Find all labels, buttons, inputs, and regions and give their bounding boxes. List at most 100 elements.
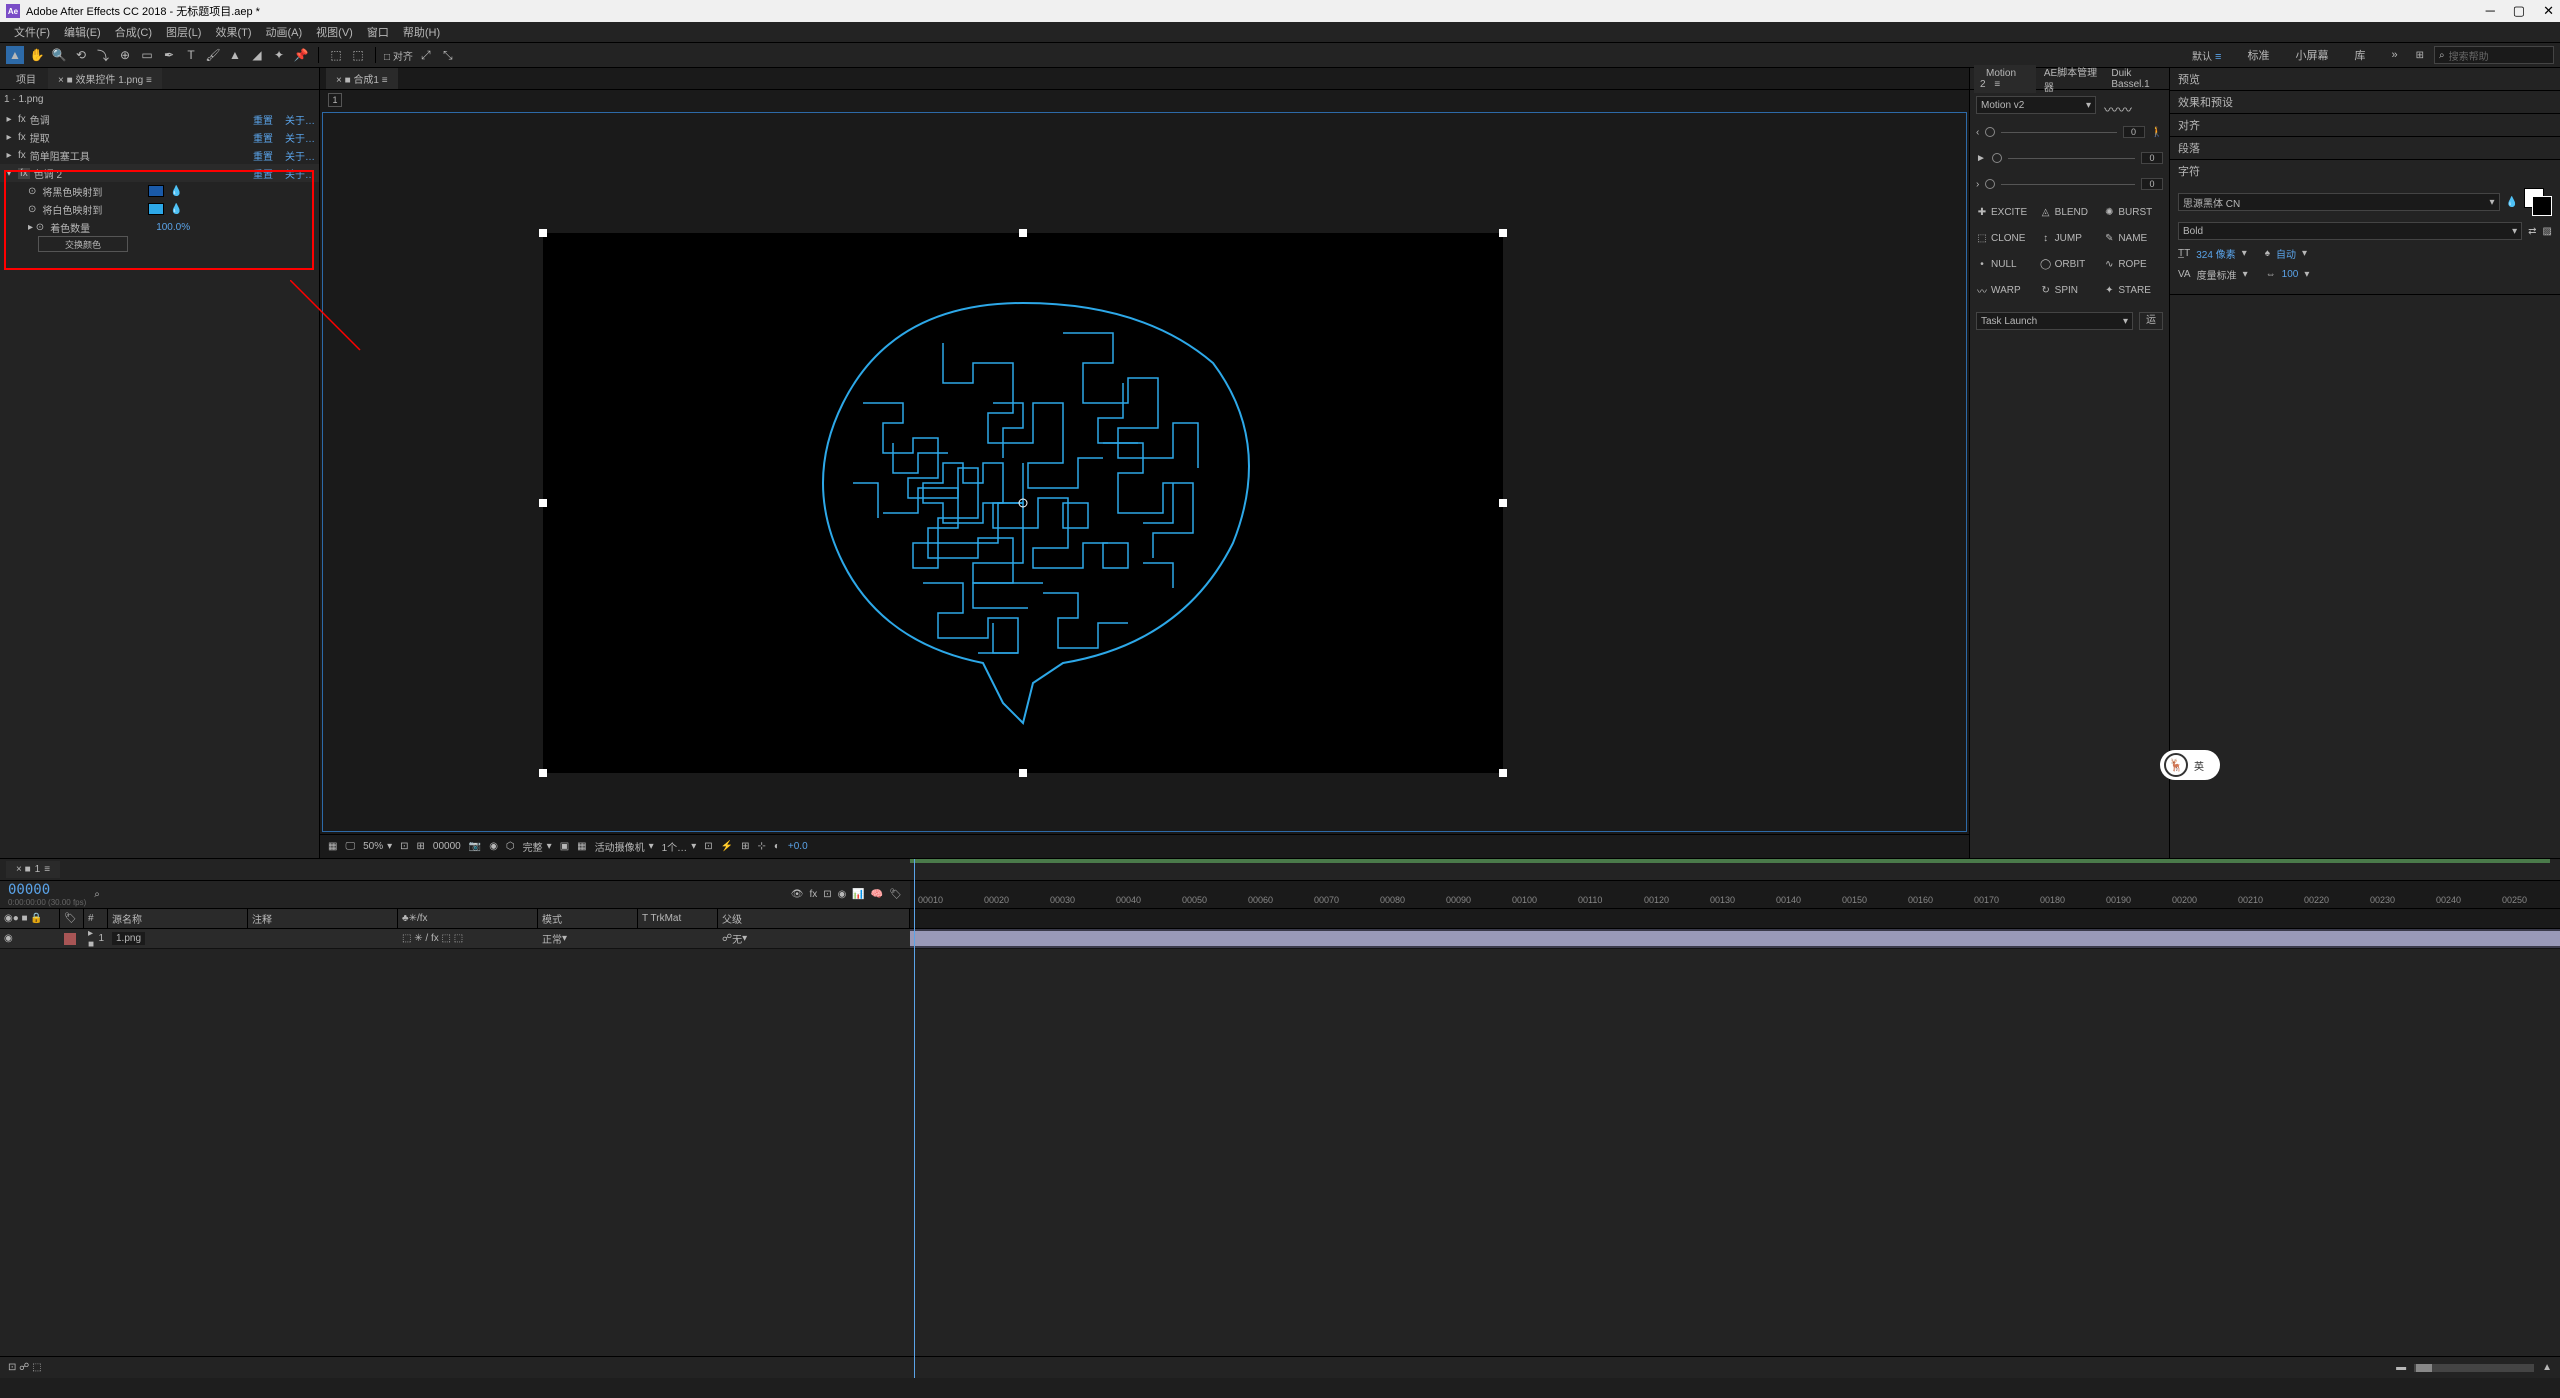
slider-2[interactable]: ►0 (1976, 150, 2163, 166)
close-button[interactable]: ✕ (2543, 3, 2554, 19)
workspace-small[interactable]: 小屏幕 (2287, 45, 2336, 65)
text-tool[interactable]: T (182, 46, 200, 64)
menu-window[interactable]: 窗口 (361, 22, 395, 42)
hand-tool[interactable]: ✋ (28, 46, 46, 64)
panel-preview[interactable]: 预览 (2170, 68, 2560, 90)
layer-row[interactable]: ◉ ▸ ■ 1 1.png ⬚ ✳ / fx ⬚ ⬚ 正常 ▾ ☍ 无 ▾ (0, 929, 2560, 949)
fast-preview-icon[interactable]: ⚡ (721, 841, 733, 852)
grid-icon[interactable]: ⊞ (417, 841, 425, 852)
workspace-default[interactable]: 默认 ≡ (2184, 46, 2229, 65)
task-select[interactable]: Task Launch▾ (1976, 312, 2133, 330)
time-ruler[interactable]: 0001000020000300004000050000600007000080… (910, 881, 2560, 908)
color-mgmt-icon[interactable]: ⬡ (506, 841, 515, 852)
panel-paragraph[interactable]: 段落 (2170, 137, 2560, 159)
brain-icon[interactable]: 🧠 (871, 889, 883, 900)
frame-blend-icon[interactable]: ⊡ (823, 889, 831, 900)
menu-file[interactable]: 文件(F) (8, 22, 56, 42)
btn-jump[interactable]: ↕JUMP (2040, 228, 2100, 248)
tab-script-mgr[interactable]: AE脚本管理器 (2038, 61, 2104, 97)
menu-help[interactable]: 帮助(H) (397, 22, 446, 42)
transparency-icon[interactable]: ▦ (577, 841, 586, 852)
world-axis-icon[interactable]: ⬚ (349, 46, 367, 64)
tab-duik[interactable]: Duik Bassel.1 (2105, 65, 2169, 93)
btn-blend[interactable]: ◬BLEND (2040, 202, 2100, 222)
viewer-tab[interactable]: × ■ 合成1 ≡ (326, 68, 398, 89)
maximize-button[interactable]: ▢ (2513, 3, 2525, 19)
eraser-tool[interactable]: ◢ (248, 46, 266, 64)
layer-name[interactable]: 1.png (112, 932, 145, 945)
res-icon[interactable]: ⊡ (400, 841, 408, 852)
kerning-select[interactable]: 度量标准 (2197, 267, 2237, 282)
fx-about[interactable]: 关于… (285, 112, 315, 127)
btn-orbit[interactable]: ◯ORBIT (2040, 254, 2100, 274)
workspace-standard[interactable]: 标准 (2239, 45, 2277, 65)
fx-tint[interactable]: ▸fx 色调 重置 关于… (0, 110, 319, 128)
orbit-tool[interactable]: ⟲ (72, 46, 90, 64)
menu-composition[interactable]: 合成(C) (109, 22, 158, 42)
roto-tool[interactable]: ✦ (270, 46, 288, 64)
motion-blur-icon[interactable]: ◉ (838, 889, 847, 900)
motion-preset-select[interactable]: Motion v2▾ (1976, 96, 2096, 114)
camera-dropdown[interactable]: 活动摄像机 ▾ (595, 839, 654, 854)
slider-1[interactable]: ‹0🚶 (1976, 124, 2163, 140)
selection-tool[interactable]: ▲ (6, 46, 24, 64)
btn-clone[interactable]: ⬚CLONE (1976, 228, 2036, 248)
anchor-tool[interactable]: ⊕ (116, 46, 134, 64)
time-display[interactable]: 00000 (433, 841, 461, 852)
rect-tool[interactable]: ▭ (138, 46, 156, 64)
timeline-tab[interactable]: × ■ 1 ≡ (6, 861, 60, 878)
leading-value[interactable]: 自动 (2276, 246, 2296, 261)
color-black-swatch[interactable] (148, 185, 164, 197)
fx-simple-choker[interactable]: ▸fx 简单阻塞工具 重置 关于… (0, 146, 319, 164)
timecode[interactable]: 00000 (8, 882, 86, 898)
playhead[interactable] (914, 859, 915, 1378)
fx-tint-2[interactable]: ▾fx 色调 2 重置 关于… (0, 164, 319, 182)
amount-value[interactable]: 100.0% (156, 222, 190, 233)
ime-badge[interactable]: 🦌 英 (2160, 750, 2220, 780)
panel-effects-presets[interactable]: 效果和预设 (2170, 91, 2560, 113)
work-area[interactable] (910, 859, 2550, 863)
snapshot-icon[interactable]: 📷 (469, 841, 481, 852)
comp-frame[interactable] (543, 233, 1503, 773)
minimize-button[interactable]: ─ (2486, 3, 2495, 19)
btn-excite[interactable]: ✚EXCITE (1976, 202, 2036, 222)
zoom-out-icon[interactable]: ▬ (2396, 1362, 2406, 1373)
brush-tool[interactable]: 🖌 (204, 46, 222, 64)
fx-extract[interactable]: ▸fx 提取 重置 关于… (0, 128, 319, 146)
marker-label[interactable]: 1 (328, 93, 342, 107)
btn-warp[interactable]: 〰WARP (1976, 280, 2036, 300)
pixel-icon[interactable]: ⊡ (704, 841, 712, 852)
fx-reset[interactable]: 重置 (253, 112, 273, 127)
channels-icon[interactable]: ◉ (489, 841, 498, 852)
btn-spin[interactable]: ↻SPIN (2040, 280, 2100, 300)
timeline-search-icon[interactable]: ⌕ (94, 889, 100, 900)
eyedropper-icon[interactable]: 💧 (2506, 197, 2518, 208)
menu-effect[interactable]: 效果(T) (209, 22, 257, 42)
flowchart-icon[interactable]: ⊹ (757, 841, 765, 852)
zoom-in-icon[interactable]: ▲ (2542, 1362, 2552, 1373)
canvas[interactable] (322, 112, 1967, 832)
tab-project[interactable]: 项目 (6, 68, 46, 89)
zoom-slider[interactable] (2414, 1364, 2534, 1372)
btn-stare[interactable]: ✦STARE (2103, 280, 2163, 300)
swap-colors-button[interactable]: 交换颜色 (38, 236, 128, 252)
color-white-swatch[interactable] (148, 203, 164, 215)
workspace-more[interactable]: » (2383, 47, 2405, 63)
task-go-button[interactable]: 运 (2139, 312, 2163, 330)
toggle-switches-icon[interactable]: ⊡ ☍ ⬚ (8, 1362, 42, 1373)
motion-wave-icon[interactable]: 〰〰 (2104, 100, 2132, 120)
pen-tool[interactable]: ✒ (160, 46, 178, 64)
snap-edge-icon[interactable]: ⤢ (417, 46, 435, 64)
exposure-reset-icon[interactable]: ◐ (774, 841, 780, 852)
monitor-icon[interactable]: 🖵 (345, 841, 355, 852)
graph-icon[interactable]: 📊 (852, 889, 864, 900)
weight-select[interactable]: Bold▾ (2178, 222, 2522, 240)
tab-motion2[interactable]: Motion 2 ≡ (1974, 65, 2036, 93)
panel-character[interactable]: 字符 (2170, 160, 2560, 182)
workspace-library[interactable]: 库 (2346, 45, 2373, 65)
menu-animation[interactable]: 动画(A) (260, 22, 309, 42)
nofill-icon[interactable]: ▨ (2543, 226, 2552, 237)
eyedropper-icon[interactable]: 💧 (170, 204, 182, 215)
fx-icon[interactable]: fx (809, 889, 817, 900)
tracking-value[interactable]: 100 (2282, 269, 2299, 280)
